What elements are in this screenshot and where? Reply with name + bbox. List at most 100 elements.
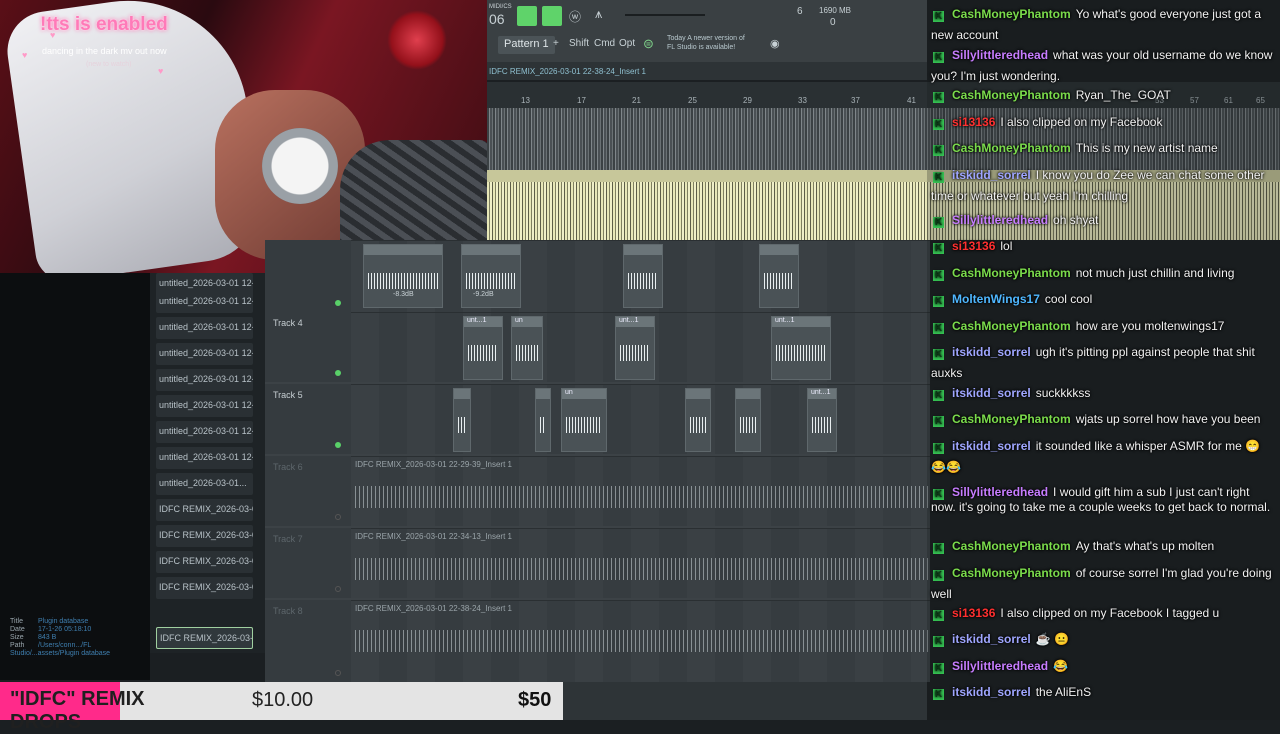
browser-item[interactable]: untitled_2026-03-01...: [156, 473, 253, 495]
audio-clip[interactable]: [759, 244, 799, 308]
wait-icon[interactable]: ⓦ: [569, 8, 581, 25]
kick-badge-icon: K: [933, 11, 944, 22]
kick-badge-icon: K: [933, 172, 944, 183]
window-title: IDFC REMIX_2026-03-01 22-38-24_Insert 1: [487, 62, 927, 80]
playlist-scrollbar[interactable]: [563, 682, 927, 720]
audio-clip[interactable]: [461, 244, 521, 308]
track-enabled-led[interactable]: [335, 670, 341, 676]
chat-message: K Sillylittleredhead oh shyat: [931, 210, 1274, 231]
file-date-label: Date: [10, 626, 25, 633]
kick-badge-icon: K: [933, 570, 944, 581]
clip-db-label: -9.2dB: [473, 291, 494, 298]
track-name: Track 5: [273, 390, 303, 400]
track-enabled-led[interactable]: [335, 586, 341, 592]
chat-username: Sillylittleredhead: [952, 213, 1049, 227]
chat-message: Kitskidd_sorrel ☕ 😐: [931, 629, 1274, 650]
chat-text: Ay that's what's up molten: [1075, 539, 1215, 553]
audio-clip[interactable]: [453, 388, 471, 452]
audio-clip[interactable]: unt...1: [615, 316, 655, 380]
browser-item[interactable]: untitled_2026-03-01 12-...: [156, 447, 253, 469]
metronome-icon[interactable]: [517, 6, 537, 26]
audio-clip[interactable]: [363, 244, 443, 308]
tts-status-title: !tts is enabled: [40, 14, 168, 35]
browser-item-selected[interactable]: IDFC REMIX_2026-03-01...: [156, 627, 253, 649]
audio-clip[interactable]: unt...1: [463, 316, 503, 380]
pattern-selector[interactable]: Pattern 1: [498, 36, 555, 54]
browser-item[interactable]: IDFC REMIX_2026-03-01...: [156, 577, 253, 599]
chat-username: itskidd_sorrel: [952, 632, 1031, 646]
audio-clip[interactable]: [623, 244, 663, 308]
cmd-button[interactable]: Cmd: [594, 38, 615, 49]
news-line: Today A newer version of: [667, 35, 745, 42]
clip-name: unt...1: [616, 317, 654, 327]
audio-clip[interactable]: [685, 388, 711, 452]
kick-badge-icon: K: [933, 349, 944, 360]
ruler-tick: 29: [743, 96, 752, 105]
kick-badge-icon: K: [933, 296, 944, 307]
chat-text: lol: [1000, 239, 1013, 253]
clip-name: unt...1: [464, 317, 502, 327]
browser-item[interactable]: untitled_2026-03-01 12-...: [156, 421, 253, 443]
ghost-audio-clip[interactable]: IDFC REMIX_2026-03-01 22-34-13_Insert 1: [355, 532, 930, 598]
track-enabled-led[interactable]: [335, 442, 341, 448]
browser-item[interactable]: IDFC REMIX_2026-03-01...: [156, 525, 253, 547]
chat-username: si13136: [952, 606, 996, 620]
audio-clip[interactable]: [735, 388, 761, 452]
audio-clip[interactable]: [535, 388, 551, 452]
ghost-audio-clip[interactable]: IDFC REMIX_2026-03-01 22-29-39_Insert 1: [355, 460, 930, 526]
track-header-6[interactable]: Track 6: [265, 456, 351, 526]
kick-badge-icon: K: [933, 416, 944, 427]
audio-clip[interactable]: unt...1: [807, 388, 837, 452]
snap-icon[interactable]: ⊜: [643, 36, 654, 52]
chat-text: 😂: [1053, 659, 1068, 673]
browser-item[interactable]: untitled_2026-03-01 12-...: [156, 369, 253, 391]
file-title-value: Plugin database: [38, 618, 89, 625]
opt-button[interactable]: Opt: [619, 38, 635, 49]
cpu-label: MIDI/CS: [489, 4, 512, 10]
ruler-tick: 37: [851, 96, 860, 105]
online-icon[interactable]: ◉: [770, 37, 780, 50]
browser-item[interactable]: IDFC REMIX_2026-03-01...: [156, 499, 253, 521]
track-header-8[interactable]: Track 8: [265, 600, 351, 682]
record-mode-icon[interactable]: [542, 6, 562, 26]
ghost-audio-clip[interactable]: IDFC REMIX_2026-03-01 22-38-24_Insert 1: [355, 604, 930, 670]
track-name: Track 4: [273, 318, 303, 328]
shift-button[interactable]: Shift: [569, 38, 589, 49]
chat-message: Kitskidd_sorrel I know you do Zee we can …: [931, 165, 1274, 207]
browser-item[interactable]: untitled_2026-03-01 12-...: [156, 291, 253, 313]
clip-name: unt...1: [808, 389, 836, 399]
audio-clip[interactable]: unt...1: [771, 316, 831, 380]
clip-name: IDFC REMIX_2026-03-01 22-38-24_Insert 1: [355, 604, 512, 613]
track-lane-3[interactable]: -8.3dB -9.2dB: [351, 240, 930, 312]
ruler-tick: 13: [521, 96, 530, 105]
track-enabled-led[interactable]: [335, 300, 341, 306]
browser-item[interactable]: untitled_2026-03-01 12-...: [156, 343, 253, 365]
chat-username: itskidd_sorrel: [952, 386, 1031, 400]
track-header-7[interactable]: Track 7: [265, 528, 351, 598]
track-name: Track 8: [273, 606, 303, 616]
browser-item[interactable]: IDFC REMIX_2026-03-01...: [156, 551, 253, 573]
file-size-value: 843 B: [38, 634, 57, 641]
kick-badge-icon: K: [933, 443, 944, 454]
track-header-4[interactable]: Track 4: [265, 312, 351, 382]
browser-item[interactable]: untitled_2026-03-01 12-...: [156, 395, 253, 417]
chat-text: wjats up sorrel how have you been: [1075, 412, 1261, 426]
news-panel[interactable]: Today A newer version of FL Studio is av…: [667, 34, 745, 52]
audio-clip[interactable]: un: [511, 316, 543, 380]
pitch-icon[interactable]: ⩚: [595, 6, 602, 22]
add-pattern-button[interactable]: +: [553, 38, 559, 49]
master-volume-slider[interactable]: [625, 14, 705, 16]
ruler-tick: 41: [907, 96, 916, 105]
track-enabled-led[interactable]: [335, 370, 341, 376]
poly-a: 6: [797, 6, 803, 17]
webcam-feed: !tts is enabled dancing in the dark mv o…: [0, 0, 487, 273]
audio-clip[interactable]: un: [561, 388, 607, 452]
track-enabled-led[interactable]: [335, 514, 341, 520]
chat-username: CashMoneyPhantom: [952, 88, 1071, 102]
track-lane-4[interactable]: unt...1 un unt...1 unt...1: [351, 312, 930, 382]
track-header-5[interactable]: Track 5: [265, 384, 351, 454]
track-header-3[interactable]: [265, 240, 351, 312]
chat-message: K CashMoneyPhantom wjats up sorrel how hav…: [931, 409, 1274, 430]
browser-item[interactable]: untitled_2026-03-01 12-...: [156, 317, 253, 339]
track-lane-5[interactable]: un unt...1: [351, 384, 930, 454]
